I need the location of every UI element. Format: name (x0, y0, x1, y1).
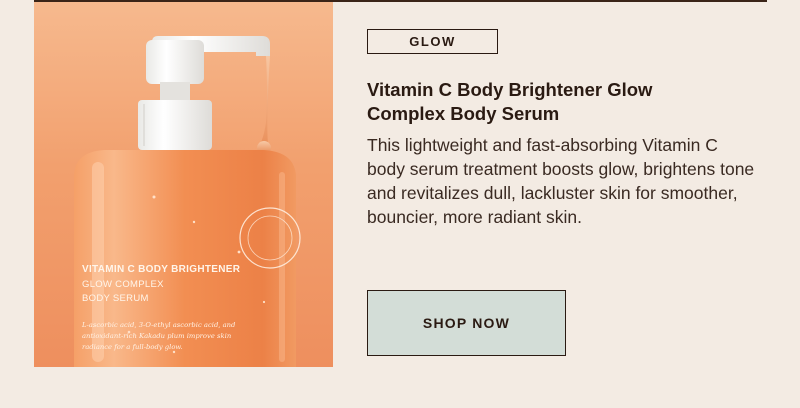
bottle-label-line2: BODY SERUM (82, 293, 149, 304)
shop-now-button[interactable]: SHOP NOW (367, 290, 566, 356)
product-title[interactable]: Vitamin C Body Brightener Glow Complex B… (367, 78, 727, 126)
product-image[interactable]: VITAMIN C BODY BRIGHTENER GLOW COMPLEX B… (34, 2, 333, 367)
bottle-label-line1: GLOW COMPLEX (82, 279, 164, 290)
bottle-label-title: VITAMIN C BODY BRIGHTENER (82, 264, 241, 275)
category-badge: GLOW (367, 29, 498, 54)
serum-bottle-illustration (74, 36, 301, 367)
product-description: This lightweight and fast-absorbing Vita… (367, 135, 755, 227)
bottle-label-description: L-ascorbic acid, 3-O-ethyl ascorbic acid… (82, 321, 236, 351)
